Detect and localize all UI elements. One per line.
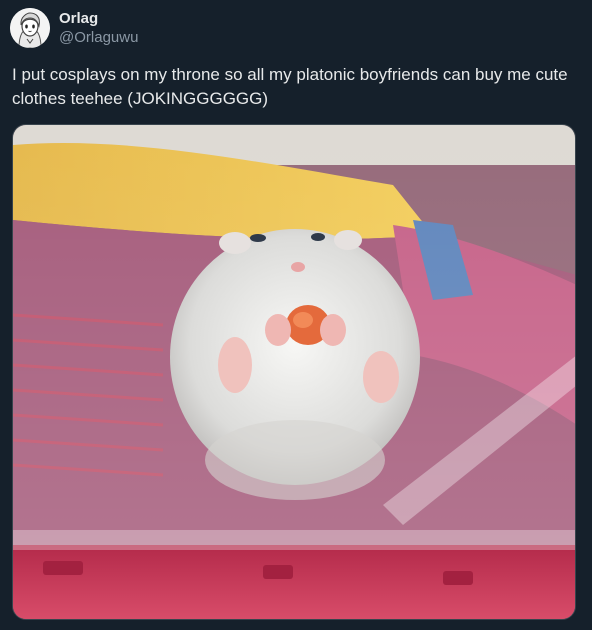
hamster-photo xyxy=(13,125,575,619)
user-names: Orlag @Orlaguwu xyxy=(59,10,138,47)
user-handle[interactable]: @Orlaguwu xyxy=(59,28,138,47)
tweet: Orlag @Orlaguwu I put cosplays on my thr… xyxy=(0,0,592,630)
avatar[interactable] xyxy=(10,8,50,48)
avatar-image xyxy=(10,8,50,48)
tweet-header: Orlag @Orlaguwu xyxy=(10,7,138,49)
tweet-media[interactable] xyxy=(12,124,576,620)
display-name[interactable]: Orlag xyxy=(59,10,138,28)
tweet-text: I put cosplays on my throne so all my pl… xyxy=(12,65,568,108)
